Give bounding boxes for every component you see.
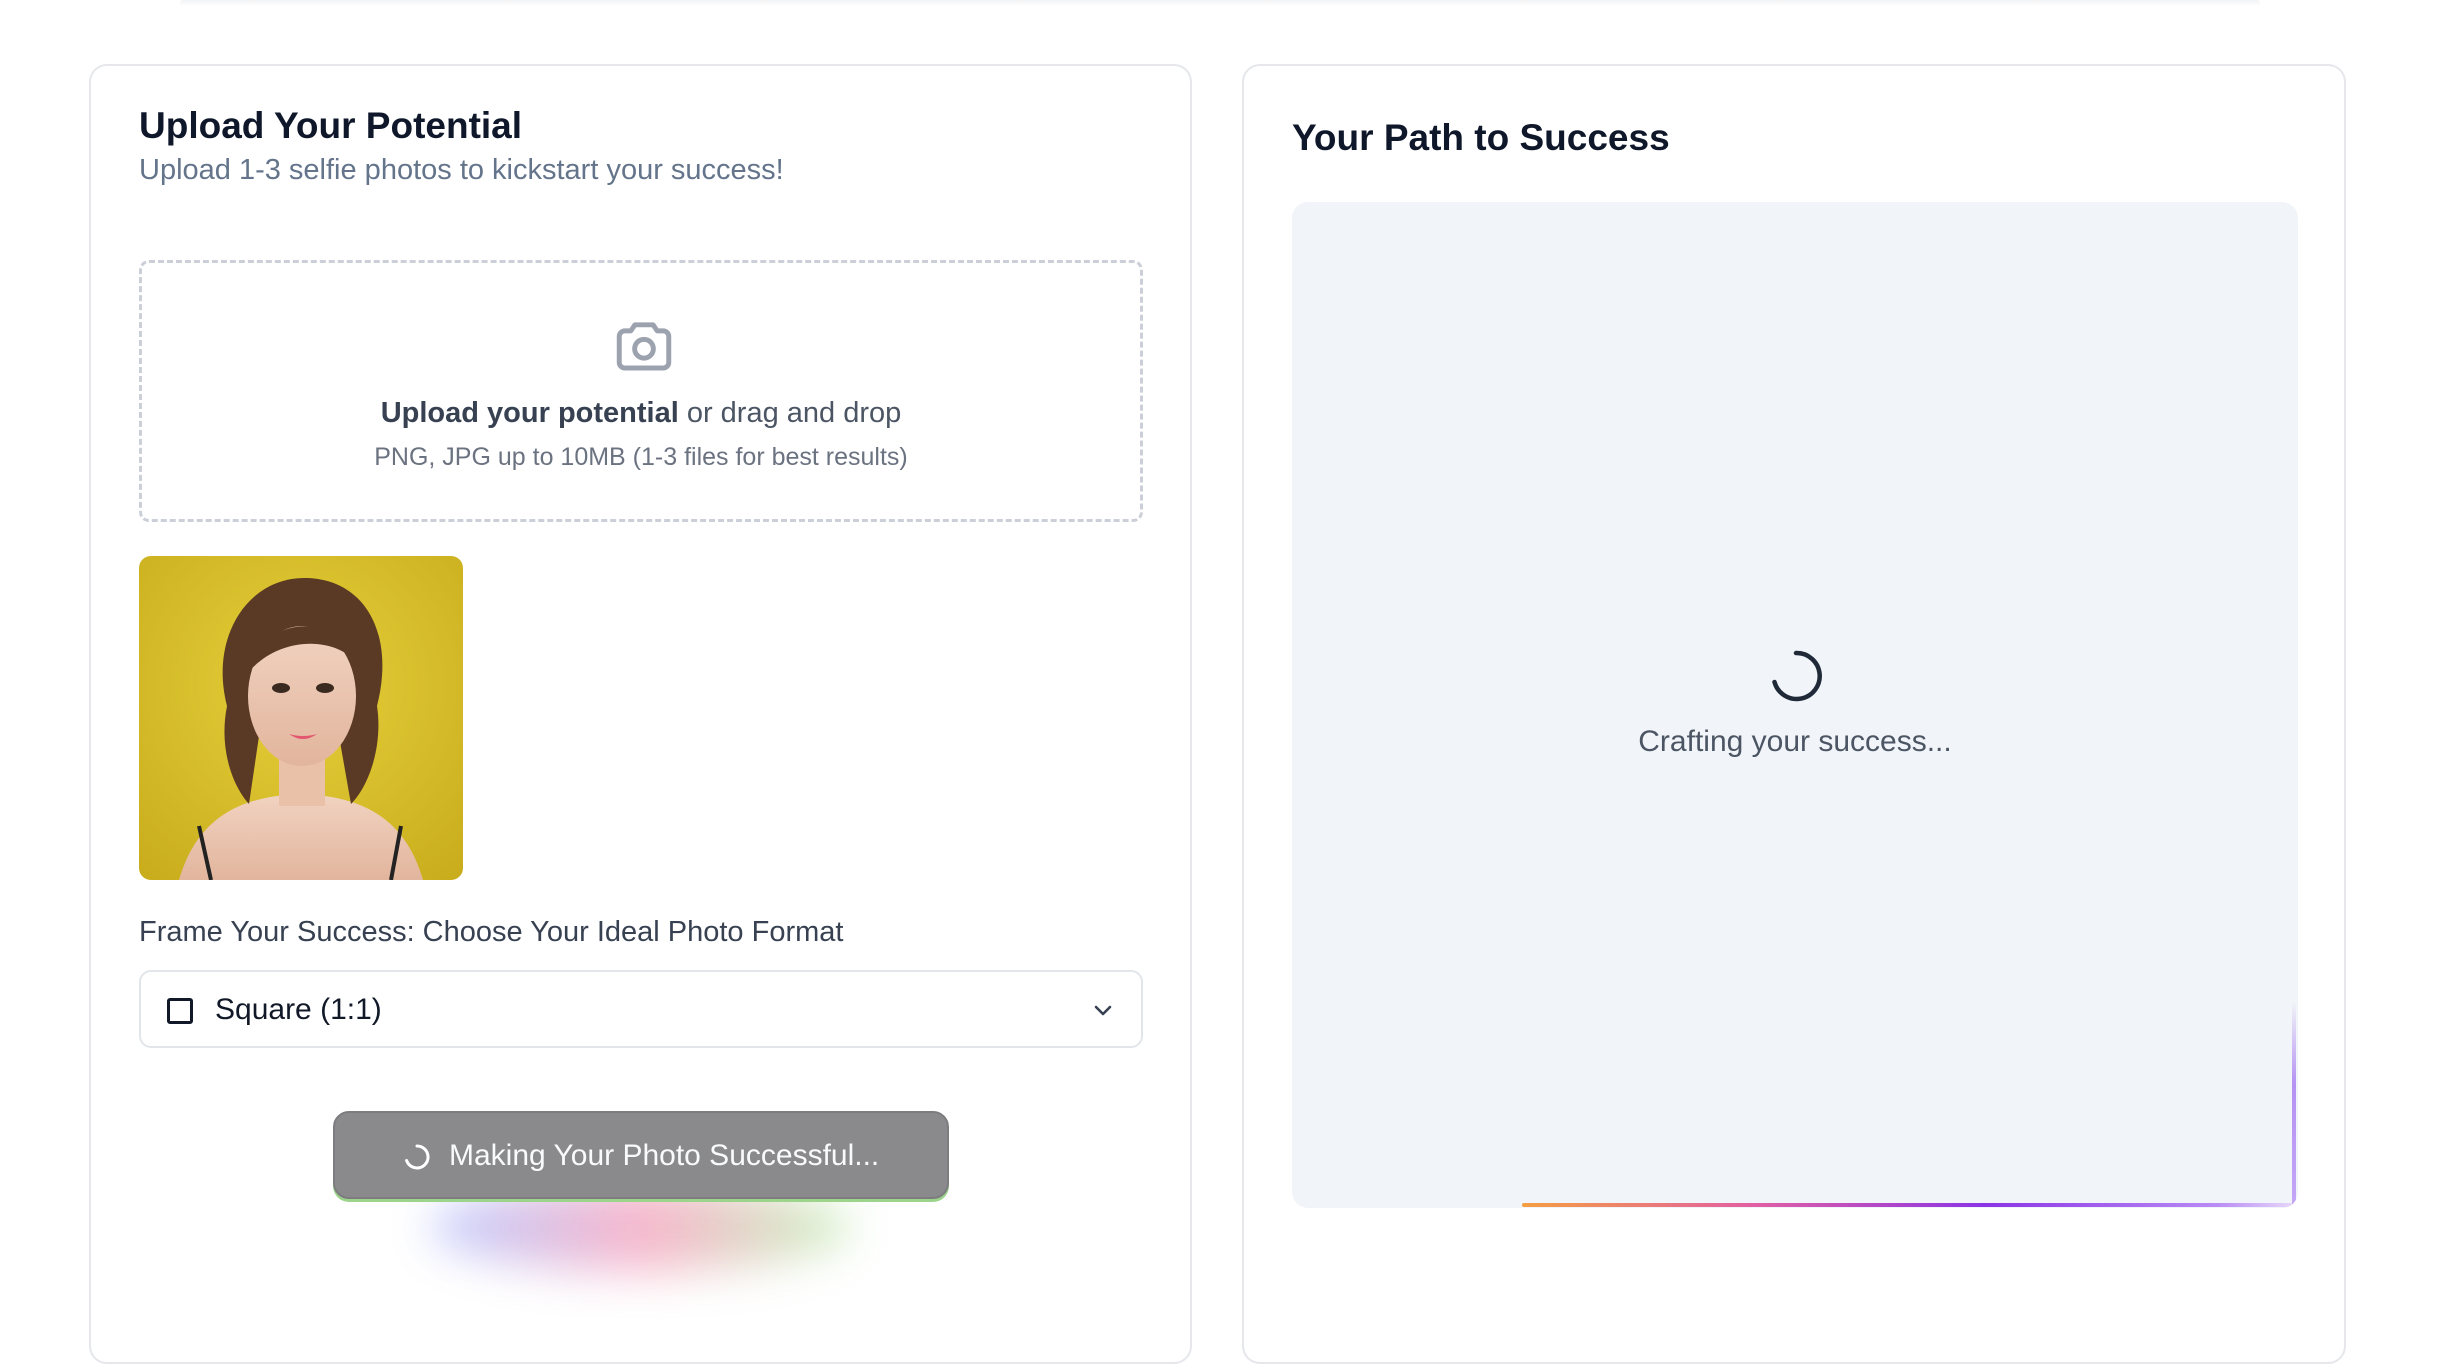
loading-spinner-icon (405, 1144, 430, 1170)
drag-drop-text: or drag and drop (678, 397, 902, 429)
chevron-down-icon (1094, 1005, 1112, 1016)
result-preview-area: Crafting your success... (1292, 202, 2298, 1208)
square-icon (167, 998, 193, 1024)
dropzone-instruction: Upload your potential or drag and drop (142, 395, 1140, 431)
result-card: Your Path to Success Crafting your succe… (1242, 64, 2346, 1364)
progress-border-glow (1522, 1203, 2294, 1207)
upload-card: Upload Your Potential Upload 1-3 selfie … (89, 64, 1192, 1364)
upload-card-subtitle: Upload 1-3 selfie photos to kickstart yo… (139, 154, 784, 186)
result-card-title: Your Path to Success (1292, 117, 1670, 158)
format-select-label: Frame Your Success: Choose Your Ideal Ph… (139, 916, 844, 948)
selfie-photo (139, 556, 463, 880)
photo-format-select[interactable]: Square (1:1) (139, 970, 1143, 1048)
generate-button-label: Making Your Photo Successful... (449, 1139, 880, 1172)
uploaded-photo-thumbnail[interactable] (139, 556, 463, 880)
generate-button[interactable]: Making Your Photo Successful... (333, 1111, 949, 1199)
dropzone-file-hint: PNG, JPG up to 10MB (1-3 files for best … (374, 443, 908, 471)
loading-spinner-icon (1772, 650, 1822, 702)
upload-dropzone[interactable]: Upload your potential or drag and drop P… (139, 260, 1143, 522)
upload-link[interactable]: Upload your potential (381, 397, 679, 429)
photo-format-value: Square (1:1) (215, 993, 382, 1026)
generation-status-text: Crafting your success... (1638, 725, 1952, 758)
top-shadow-divider (180, 0, 2260, 6)
progress-border-glow-side (2292, 1002, 2296, 1207)
upload-card-title: Upload Your Potential (139, 105, 523, 146)
camera-icon (616, 322, 672, 371)
